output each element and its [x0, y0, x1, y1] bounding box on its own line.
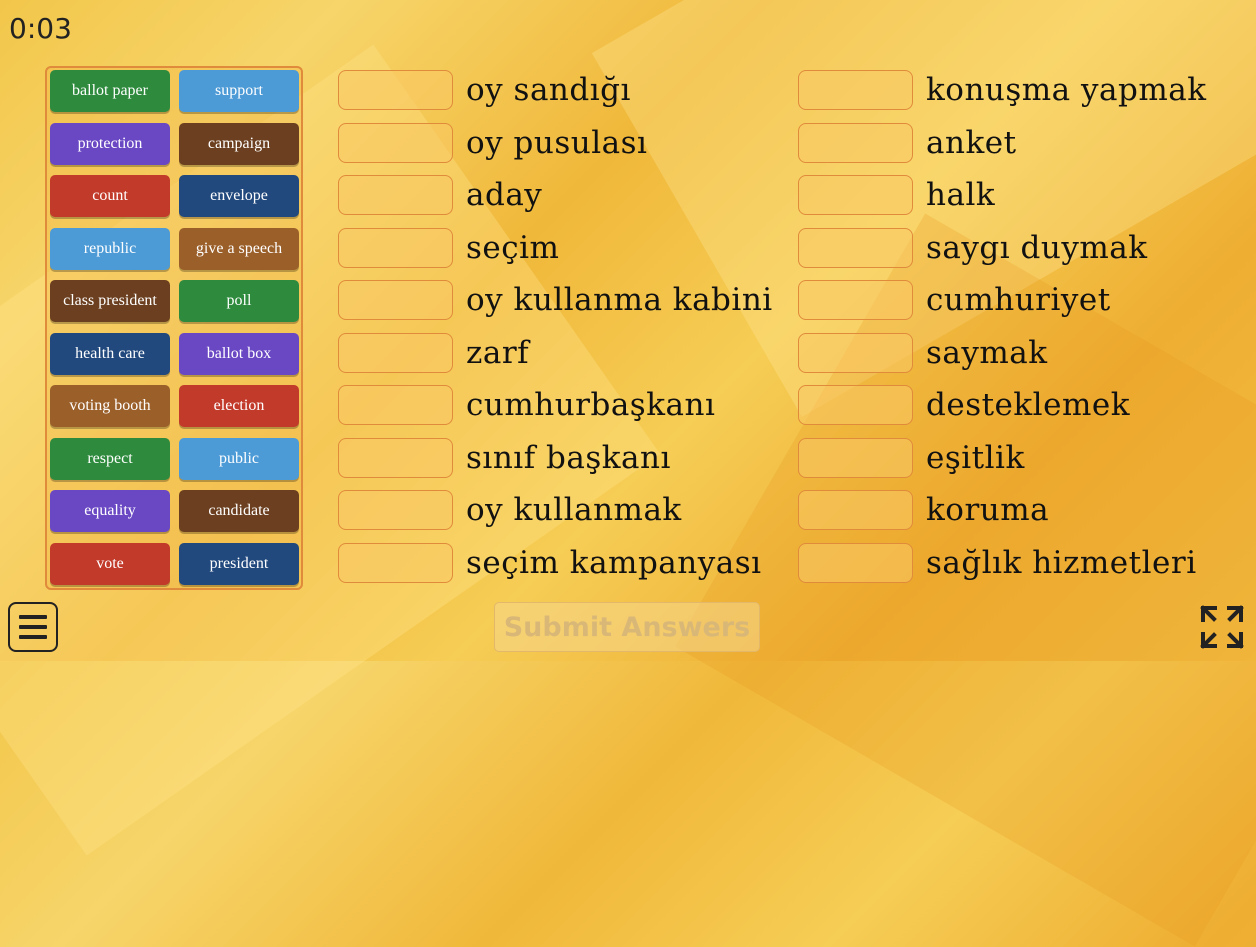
word-card[interactable]: give a speech	[179, 227, 299, 270]
word-card[interactable]: vote	[50, 542, 170, 585]
answer-drop-slot[interactable]	[798, 332, 913, 373]
word-card[interactable]: respect	[50, 437, 170, 480]
target-word: koruma	[926, 492, 1050, 528]
word-card[interactable]: public	[179, 437, 299, 480]
word-card[interactable]: campaign	[179, 122, 299, 165]
answer-drop-slot[interactable]	[798, 490, 913, 530]
word-card[interactable]: president	[179, 542, 299, 585]
target-word: halk	[926, 177, 996, 213]
word-card[interactable]: election	[179, 385, 299, 427]
answer-drop-slot[interactable]	[798, 385, 913, 425]
answer-drop-slot[interactable]	[338, 280, 453, 320]
word-card[interactable]: equality	[50, 490, 170, 532]
answer-drop-slot[interactable]	[338, 437, 453, 478]
target-word: oy kullanma kabini	[466, 282, 773, 318]
target-word: oy pusulası	[466, 124, 648, 161]
target-word: sağlık hizmetleri	[926, 544, 1197, 581]
word-bank: ballot paper support protection campaign cou…	[45, 66, 303, 590]
target-word: eşitlik	[926, 439, 1025, 476]
answer-drop-slot[interactable]	[338, 490, 453, 530]
submit-answers-button[interactable]: Submit Answers	[494, 602, 760, 652]
word-card[interactable]: count	[50, 175, 170, 217]
word-card[interactable]: voting booth	[50, 385, 170, 427]
word-card[interactable]: envelope	[179, 175, 299, 217]
target-word: oy sandığı	[466, 72, 631, 108]
word-card[interactable]: support	[179, 70, 299, 112]
answer-drop-slot[interactable]	[798, 542, 913, 583]
target-word: oy kullanmak	[466, 492, 682, 528]
answer-drop-slot[interactable]	[338, 385, 453, 425]
word-card[interactable]: class president	[50, 280, 170, 322]
word-card[interactable]: ballot paper	[50, 70, 170, 112]
word-card[interactable]: poll	[179, 280, 299, 322]
target-word: konuşma yapmak	[926, 72, 1207, 108]
word-card[interactable]: candidate	[179, 490, 299, 532]
answer-drop-slot[interactable]	[798, 70, 913, 110]
answer-drop-slot[interactable]	[338, 122, 453, 163]
target-word: sınıf başkanı	[466, 439, 671, 476]
answer-drop-slot[interactable]	[338, 70, 453, 110]
target-word: desteklemek	[926, 387, 1130, 423]
timer: 0:03	[9, 12, 72, 45]
target-word: seçim	[466, 229, 560, 266]
target-word: saygı duymak	[926, 229, 1148, 266]
answer-drop-slot[interactable]	[338, 332, 453, 373]
target-word: cumhuriyet	[926, 282, 1111, 318]
answer-drop-slot[interactable]	[338, 542, 453, 583]
answer-drop-slot[interactable]	[798, 280, 913, 320]
word-card[interactable]: ballot box	[179, 332, 299, 375]
fullscreen-expand-icon[interactable]	[1199, 604, 1245, 650]
target-word: zarf	[466, 334, 530, 371]
answer-drop-slot[interactable]	[338, 227, 453, 268]
answer-drop-slot[interactable]	[798, 227, 913, 268]
answer-drop-slot[interactable]	[338, 175, 453, 215]
target-word: seçim kampanyası	[466, 544, 762, 581]
answer-drop-slot[interactable]	[798, 437, 913, 478]
answer-drop-slot[interactable]	[798, 175, 913, 215]
word-card[interactable]: protection	[50, 122, 170, 165]
target-word: aday	[466, 177, 543, 213]
target-word: cumhurbaşkanı	[466, 387, 716, 423]
word-card[interactable]: republic	[50, 227, 170, 270]
target-word: anket	[926, 124, 1017, 161]
answer-drop-slot[interactable]	[798, 122, 913, 163]
target-word: saymak	[926, 334, 1048, 371]
word-card[interactable]: health care	[50, 332, 170, 375]
hamburger-menu-icon[interactable]	[8, 602, 58, 652]
